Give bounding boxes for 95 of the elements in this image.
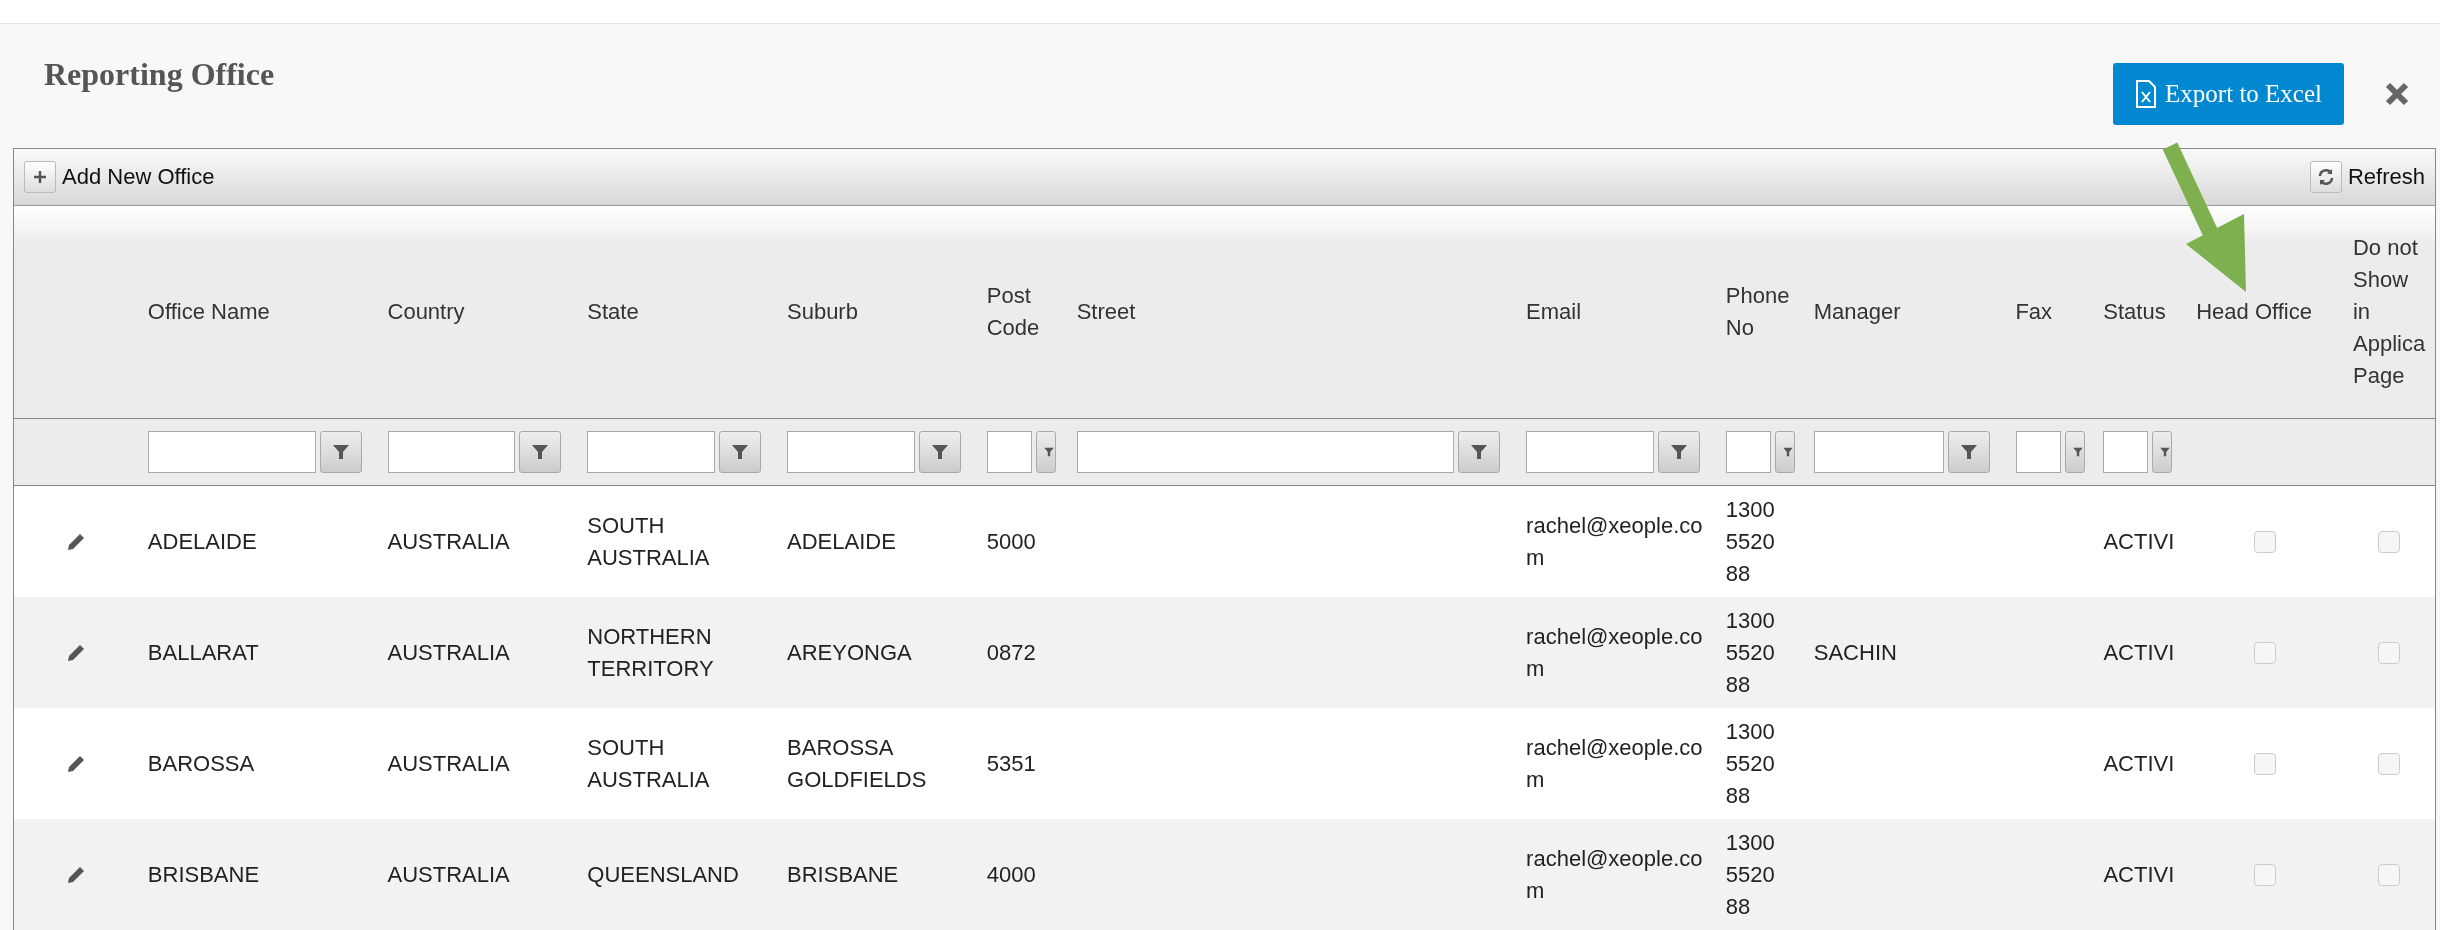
filter-button[interactable] [2152,431,2173,473]
column-header: Do not Show in Applica Page [2352,234,2427,390]
table-cell: ADELAIDE [147,528,257,554]
table-cell: rachel@xeople.com [1526,512,1703,570]
table-cell: AUSTRALIA [387,639,510,665]
table-cell: QUEENSLAND [587,861,739,887]
table-cell: BRISBANE [787,861,899,887]
table-cell: AUSTRALIA [387,528,510,554]
filter-button[interactable] [719,431,762,473]
filter-icon [1958,442,1979,462]
table-cell: AUSTRALIA [387,861,510,887]
table-cell: ACTIVI [2103,639,2175,665]
spreadsheet-file-icon [2135,80,2158,108]
checkbox[interactable] [2253,863,2276,886]
checkbox[interactable] [2253,641,2276,664]
plus-icon [24,161,56,193]
table-cell: ACTIVI [2103,750,2175,776]
checkbox[interactable] [2253,752,2276,775]
close-icon[interactable] [2384,81,2410,107]
filter-icon [1668,442,1689,462]
filter-icon [929,442,950,462]
column-header: Manager [1812,298,1902,326]
column-header: Office Name [146,298,271,326]
filter-icon [730,442,751,462]
table-cell: 1300 5520 88 [1725,718,1775,808]
checkbox[interactable] [2378,752,2401,775]
table-cell: SOUTH AUSTRALIA [587,512,710,570]
column-header: State [586,298,640,326]
add-new-office-button[interactable]: Add New Office [24,161,215,193]
column-header: Head Office [2195,298,2313,326]
filter-field[interactable] [2103,431,2149,473]
checkbox[interactable] [2253,530,2276,553]
table-cell: 1300 5520 88 [1725,496,1775,586]
filter-button[interactable] [1947,431,1990,473]
table-cell: AREYONGA [787,639,912,665]
filter-icon [1469,442,1490,462]
table-cell: ADELAIDE [787,528,896,554]
filter-button[interactable] [1774,431,1795,473]
filter-button[interactable] [519,431,562,473]
filter-icon [330,442,351,462]
table-cell: 0872 [986,639,1036,665]
table-cell: rachel@xeople.com [1526,845,1703,903]
checkbox[interactable] [2378,863,2401,886]
table-cell: rachel@xeople.com [1526,623,1703,681]
dialog-title: Reporting Office [44,55,276,93]
filter-field[interactable] [387,431,516,473]
column-header: Post Code [985,282,1041,342]
refresh-button[interactable]: Refresh [2309,161,2425,193]
table-cell: 1300 5520 88 [1725,607,1775,697]
column-header: Street [1075,298,1137,326]
filter-field[interactable] [587,431,716,473]
filter-field[interactable] [986,431,1032,473]
table-cell: ACTIVI [2103,528,2175,554]
table-cell: BAROSSA [147,750,255,776]
checkbox[interactable] [2378,530,2401,553]
column-header: Fax [2014,298,2054,326]
filter-field[interactable] [1076,431,1455,473]
pencil-icon[interactable] [65,642,86,663]
filter-field[interactable] [1725,431,1771,473]
refresh-icon [2309,161,2342,193]
table-cell: BRISBANE [147,861,260,887]
table-cell: NORTHERN TERRITORY [587,623,714,681]
table-cell: ACTIVI [2103,861,2175,887]
filter-field[interactable] [1813,431,1944,473]
table-cell: 5351 [986,750,1036,776]
filter-field[interactable] [147,431,316,473]
table-cell: BAROSSA GOLDFIELDS [787,734,927,792]
table-cell: 4000 [986,861,1036,887]
filter-button[interactable] [2064,431,2085,473]
filter-field[interactable] [787,431,915,473]
table-cell: SACHIN [1813,639,1897,665]
filter-icon [530,442,551,462]
table-cell: AUSTRALIA [387,750,510,776]
column-header: Country [386,298,466,326]
export-button[interactable]: Export to Excel [2113,63,2344,125]
table-cell: BALLARAT [147,639,259,665]
table-cell: 5000 [986,528,1036,554]
table-cell: rachel@xeople.com [1526,734,1703,792]
filter-button[interactable] [918,431,961,473]
filter-field[interactable] [1526,431,1654,473]
column-header: Suburb [786,298,859,326]
checkbox[interactable] [2378,641,2401,664]
column-header: Phone No [1724,282,1791,342]
filter-button[interactable] [1458,431,1501,473]
filter-button[interactable] [1035,431,1056,473]
filter-button[interactable] [1657,431,1700,473]
filter-field[interactable] [2015,431,2061,473]
table-cell: SOUTH AUSTRALIA [587,734,710,792]
filter-button[interactable] [319,431,362,473]
column-header: Email [1525,298,1583,326]
pencil-icon[interactable] [65,531,86,552]
table-cell: 1300 5520 88 [1725,829,1775,919]
pencil-icon[interactable] [65,753,86,774]
pencil-icon[interactable] [65,864,86,885]
column-header: Status [2102,298,2167,326]
